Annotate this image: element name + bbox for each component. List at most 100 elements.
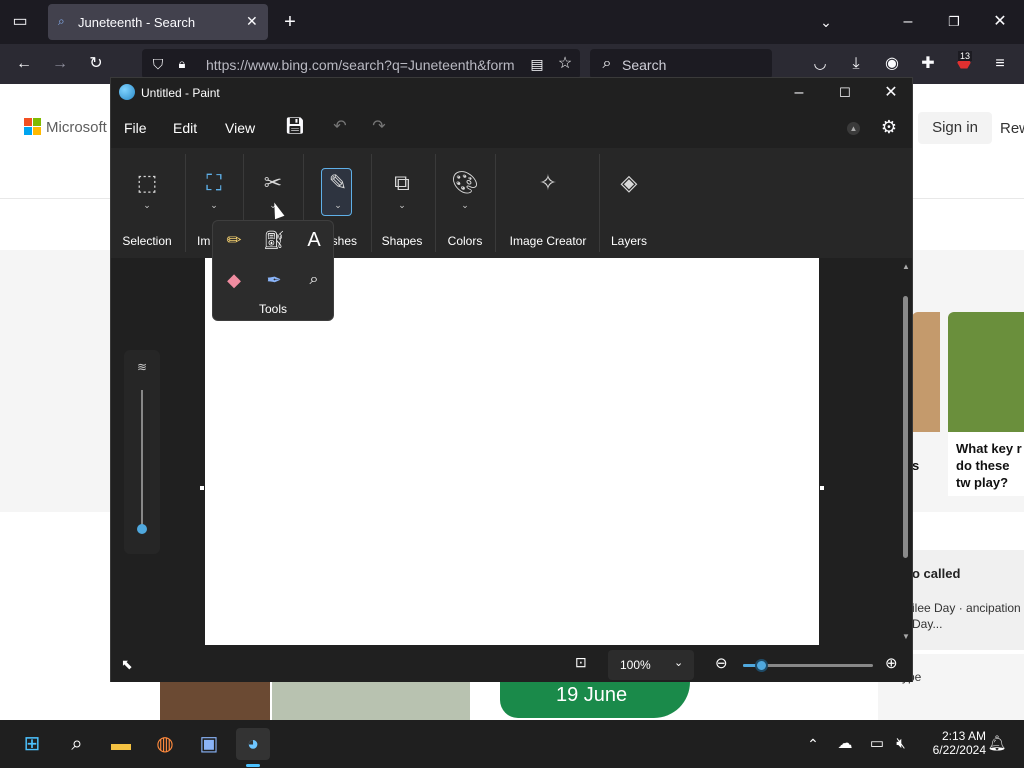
browser-tab[interactable]: ⌕ Juneteenth - Search ✕: [48, 4, 268, 40]
account-icon[interactable]: ▲: [847, 122, 860, 135]
juneteenth-image[interactable]: [160, 682, 270, 720]
minimize-icon[interactable]: –: [894, 7, 922, 37]
notifications-bell-icon[interactable]: 🔔︎: [980, 728, 1014, 760]
text-tool-icon[interactable]: A: [297, 225, 331, 255]
paint-app-icon: [119, 84, 135, 100]
menu-view[interactable]: View: [225, 120, 255, 136]
forward-icon[interactable]: →: [46, 49, 74, 79]
date-tile[interactable]: 19 June: [470, 682, 720, 720]
firefox-icon[interactable]: ◍: [148, 728, 182, 760]
fit-to-window-icon[interactable]: ⊡: [575, 654, 587, 671]
selection-label: Selection: [122, 234, 172, 248]
color-picker-icon[interactable]: ✒: [257, 265, 291, 295]
zoom-slider-thumb[interactable]: [755, 659, 769, 672]
zoom-out-icon[interactable]: ⊖: [715, 654, 728, 672]
downloads-icon[interactable]: ⤓: [842, 49, 870, 79]
shield-icon[interactable]: ⛉: [146, 49, 170, 79]
slider-thumb[interactable]: [137, 524, 147, 534]
clock[interactable]: 2:13 AM 6/22/2024: [918, 729, 986, 757]
image-creator-group[interactable]: ✧ Image Creator: [499, 148, 597, 258]
search-placeholder[interactable]: Search: [622, 57, 666, 73]
tab-title: Juneteenth - Search: [78, 15, 196, 30]
url-bar[interactable]: ⛉ 🔒︎ https://www.bing.com/search?q=Junet…: [142, 49, 580, 79]
back-icon[interactable]: ←: [10, 49, 38, 79]
close-window-icon[interactable]: ✕: [986, 7, 1014, 37]
scroll-down-icon[interactable]: ▼: [902, 632, 910, 641]
paint-minimize-icon[interactable]: –: [787, 78, 811, 108]
pencil-icon[interactable]: ✏: [217, 225, 251, 255]
scroll-up-icon[interactable]: ▲: [902, 262, 910, 271]
scroll-thumb[interactable]: [903, 296, 908, 558]
fill-bucket-icon[interactable]: ⛽︎: [257, 225, 291, 255]
menu-icon[interactable]: ≡: [986, 49, 1014, 79]
brush-size-slider[interactable]: ≋: [124, 350, 160, 554]
paint-taskbar-icon[interactable]: ◕: [236, 728, 270, 760]
palette-icon: 🎨︎: [451, 170, 479, 195]
eraser-icon[interactable]: ◆: [217, 265, 251, 295]
paint-window-title: Untitled - Paint: [141, 86, 220, 100]
restore-icon[interactable]: ❐: [940, 7, 968, 37]
date-tile-text: 19 June: [556, 684, 628, 706]
settings-gear-icon[interactable]: ⚙: [877, 112, 901, 142]
close-tab-icon[interactable]: ✕: [246, 13, 258, 30]
undo-icon[interactable]: ↶: [328, 112, 352, 142]
paint-window: Untitled - Paint – ☐ ✕ File Edit View 💾︎…: [110, 77, 913, 682]
selection-icon: ⬚: [136, 170, 158, 195]
url-text[interactable]: https://www.bing.com/search?q=Juneteenth…: [206, 57, 515, 73]
volume-muted-icon[interactable]: 🔇︎: [884, 728, 918, 760]
selection-group[interactable]: ⬚ ⌄ Selection: [115, 148, 179, 258]
brush-icon: ✎: [328, 170, 348, 195]
paint-maximize-icon[interactable]: ☐: [833, 78, 857, 108]
vertical-scrollbar[interactable]: ▲ ▼: [902, 262, 910, 642]
pointer-icon: ⬉: [121, 656, 133, 672]
onedrive-icon[interactable]: ☁: [828, 728, 862, 760]
list-all-tabs-icon[interactable]: ⌄: [812, 7, 840, 37]
layers-group[interactable]: ◈ Layers: [601, 148, 657, 258]
redo-icon[interactable]: ↷: [367, 112, 391, 142]
zoom-in-icon[interactable]: ⊕: [885, 654, 898, 672]
canvas-resize-handle[interactable]: [820, 486, 824, 490]
menu-file[interactable]: File: [124, 120, 147, 136]
file-explorer-icon[interactable]: ▬: [104, 728, 138, 760]
start-windows-icon[interactable]: ⊞: [15, 728, 49, 760]
tab-list-icon[interactable]: ▭: [6, 7, 34, 37]
new-tab-icon[interactable]: +: [276, 7, 304, 37]
pocket-icon[interactable]: ◡: [806, 49, 834, 79]
show-hidden-icons-icon[interactable]: ⌃: [796, 728, 830, 760]
chevron-down-icon: ⌄: [143, 200, 151, 210]
account-icon[interactable]: ◉: [878, 49, 906, 79]
chevron-down-icon: ⌄: [398, 200, 406, 210]
paint-status-bar: ⬉ ⊡ 100% ⌄ ⊖ ⊕: [111, 648, 912, 682]
shapes-label: Shapes: [381, 234, 423, 248]
vlc-app-icon[interactable]: ▣: [192, 728, 226, 760]
reader-view-icon[interactable]: ▤: [526, 49, 548, 79]
image-creator-icon: ✧: [538, 170, 558, 195]
image-icon: ⛶: [206, 170, 222, 195]
save-icon[interactable]: 💾︎: [283, 112, 307, 142]
clock-time: 2:13 AM: [941, 729, 986, 743]
sign-in-button[interactable]: Sign in: [918, 112, 992, 144]
chevron-down-icon: ⌄: [210, 200, 218, 210]
browser-search-box[interactable]: ⌕ Search: [590, 49, 772, 79]
bookmark-star-icon[interactable]: ☆: [554, 49, 576, 79]
card-image[interactable]: [912, 312, 940, 432]
zoom-select[interactable]: 100% ⌄: [608, 650, 694, 680]
canvas-resize-handle[interactable]: [200, 486, 204, 490]
colors-group[interactable]: 🎨︎ ⌄ Colors: [437, 148, 493, 258]
microsoft-brand[interactable]: Microsoft: [46, 119, 107, 136]
crowd-image[interactable]: [272, 682, 470, 720]
extensions-icon[interactable]: ✚: [914, 49, 942, 79]
menu-edit[interactable]: Edit: [173, 120, 197, 136]
shapes-group[interactable]: ⧉ ⌄ Shapes: [375, 148, 429, 258]
taskbar-search-icon[interactable]: ⌕: [60, 728, 94, 760]
zoom-slider[interactable]: [743, 659, 873, 672]
rewards-link[interactable]: Rew: [1000, 120, 1024, 137]
paint-close-icon[interactable]: ✕: [879, 78, 903, 108]
card-image-bird[interactable]: [948, 312, 1024, 432]
reload-icon[interactable]: ↻: [82, 49, 110, 79]
chevron-down-icon: ⌄: [461, 200, 469, 210]
lock-icon[interactable]: 🔒︎: [172, 49, 192, 79]
colors-label: Colors: [447, 234, 483, 248]
magnifier-icon[interactable]: ⌕: [297, 265, 331, 295]
card-question[interactable]: What key r do these tw play?: [956, 440, 1024, 491]
